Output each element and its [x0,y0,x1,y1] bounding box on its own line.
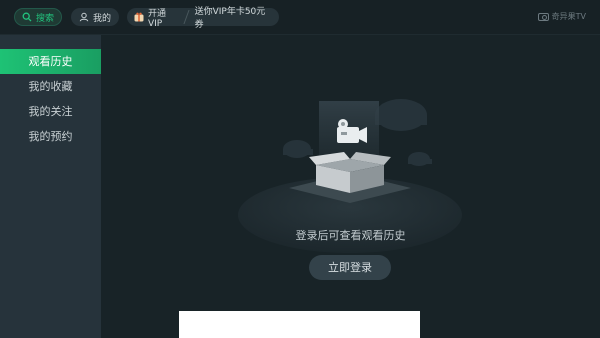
sidebar-item-history[interactable]: 观看历史 [0,49,101,74]
brand-logo: 奇异果TV [537,11,586,22]
sidebar-item-reservations[interactable]: 我的预约 [0,124,101,149]
search-button[interactable]: 搜索 [14,8,62,26]
user-icon [79,12,89,22]
top-bar: 搜索 我的 开通VIP 送你VIP年卡50元券 奇异果TV [0,0,600,35]
login-button[interactable]: 立即登录 [309,255,391,280]
sidebar-item-following[interactable]: 我的关注 [0,99,101,124]
mine-button[interactable]: 我的 [71,8,119,26]
search-label: 搜索 [36,13,55,24]
vip-gift-icon [134,12,144,22]
sidebar: 观看历史 我的收藏 我的关注 我的预约 [0,35,101,338]
app-screen: 搜索 我的 开通VIP 送你VIP年卡50元券 奇异果TV 观看历史 我的收藏 … [0,0,600,338]
vip-label: 开通VIP [148,8,167,29]
vip-button[interactable]: 开通VIP 送你VIP年卡50元券 [127,7,279,30]
overlay-white-block [179,311,420,338]
search-icon [22,12,32,22]
tv-camera-logo-icon [537,12,549,21]
sidebar-item-favorites[interactable]: 我的收藏 [0,74,101,99]
main-content [101,35,600,338]
mine-label: 我的 [93,13,112,24]
sidebar-list: 观看历史 我的收藏 我的关注 我的预约 [0,49,101,149]
vip-promo-label: 送你VIP年卡50元券 [194,7,266,30]
logo-text: 奇异果TV [551,12,586,21]
empty-state-message: 登录后可查看观看历史 [295,229,406,242]
divider [183,8,191,26]
